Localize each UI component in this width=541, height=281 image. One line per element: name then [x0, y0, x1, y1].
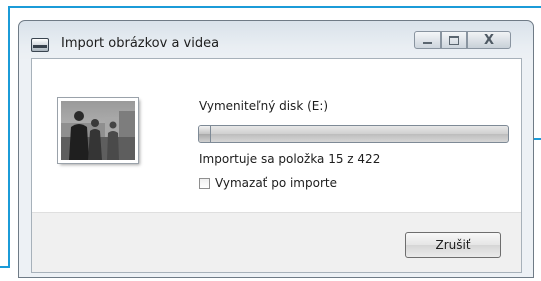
- close-icon: X: [483, 32, 495, 48]
- callout-line-bottom: [0, 266, 10, 268]
- scanner-icon: [31, 38, 49, 52]
- import-progress-bar: [198, 125, 509, 143]
- progress-fill: [199, 126, 211, 142]
- close-button[interactable]: X: [467, 31, 511, 49]
- callout-line-left: [8, 6, 10, 268]
- drive-label: Vymeniteľný disk (E:): [199, 99, 329, 113]
- window-title: Import obrázkov a videa: [61, 36, 220, 51]
- cancel-button[interactable]: Zrušiť: [405, 232, 501, 258]
- import-status-text: Importuje sa položka 15 z 422: [199, 152, 381, 166]
- delete-after-import-option[interactable]: Vymazať po importe: [199, 176, 337, 190]
- maximize-button[interactable]: [441, 31, 467, 49]
- minimize-icon: [423, 42, 432, 44]
- callout-line-top: [8, 6, 541, 8]
- import-dialog-window: Import obrázkov a videa X Vymeniteľný di…: [18, 20, 534, 278]
- photo-thumbnail: [58, 98, 138, 163]
- dialog-content: Vymeniteľný disk (E:) Importuje sa polož…: [31, 58, 522, 273]
- delete-after-import-label: Vymazať po importe: [215, 176, 337, 190]
- delete-after-import-checkbox[interactable]: [199, 177, 210, 189]
- minimize-button[interactable]: [414, 31, 441, 49]
- maximize-icon: [449, 35, 459, 45]
